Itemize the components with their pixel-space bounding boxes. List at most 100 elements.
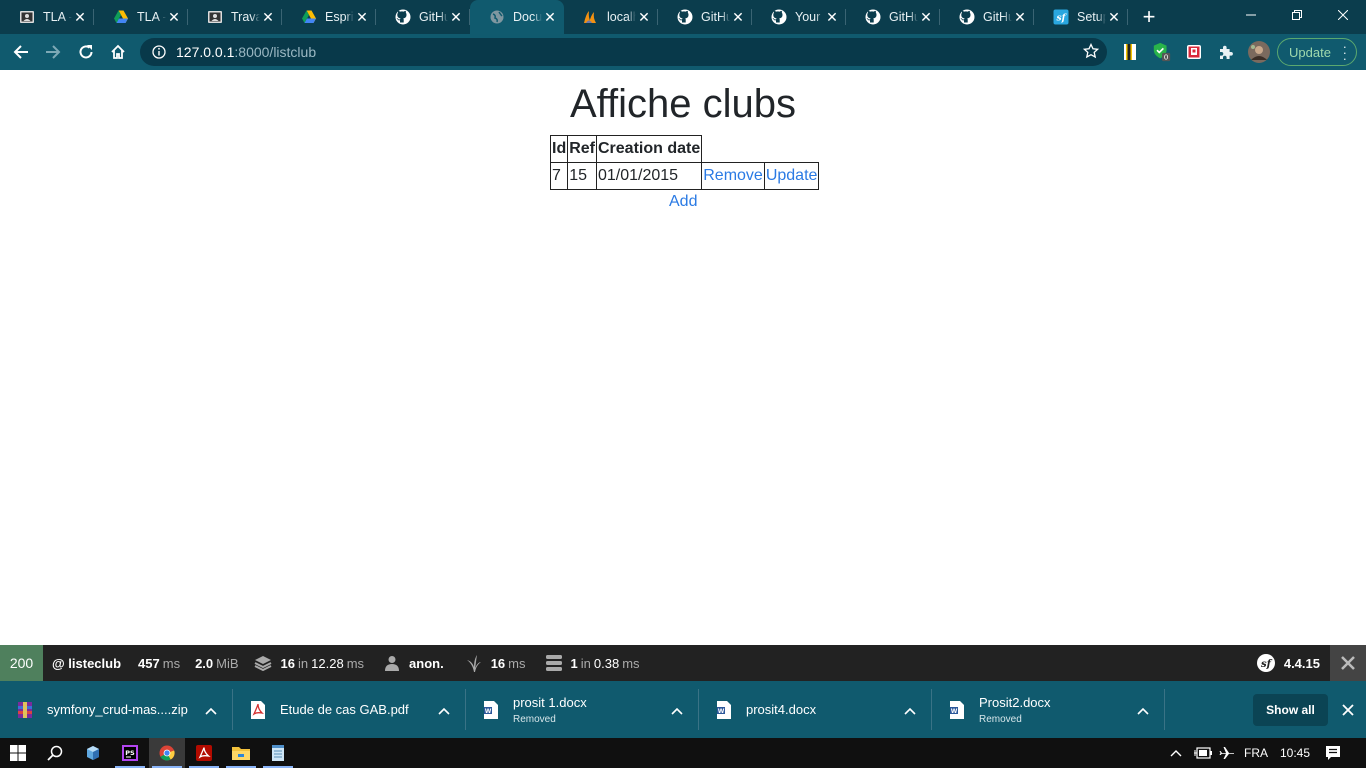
chevron-up-icon[interactable] bbox=[438, 702, 450, 720]
taskbar-app-acrobat[interactable] bbox=[186, 738, 222, 768]
tab-1[interactable]: TLA - ✕ bbox=[0, 0, 94, 34]
reload-button[interactable] bbox=[70, 36, 102, 68]
tab-close-icon[interactable]: ✕ bbox=[542, 9, 558, 25]
close-window-button[interactable] bbox=[1320, 0, 1366, 30]
taskbar-app-file-explorer[interactable] bbox=[223, 738, 259, 768]
google-drive-icon bbox=[113, 9, 129, 25]
tab-close-icon[interactable]: ✕ bbox=[636, 9, 652, 25]
download-status: Removed bbox=[513, 713, 556, 725]
tab-close-icon[interactable]: ✕ bbox=[730, 9, 746, 25]
portrait-icon bbox=[19, 9, 35, 25]
new-tab-button[interactable]: + bbox=[1132, 0, 1166, 34]
info-icon[interactable] bbox=[152, 45, 166, 59]
chevron-up-icon[interactable] bbox=[671, 702, 683, 720]
forward-button[interactable] bbox=[37, 36, 69, 68]
tab-2[interactable]: TLA - ✕ bbox=[94, 0, 188, 34]
portrait-icon bbox=[207, 9, 223, 25]
tab-close-icon[interactable]: ✕ bbox=[354, 9, 370, 25]
extension-shield-icon[interactable]: 0 bbox=[1152, 42, 1172, 62]
notepad-icon bbox=[272, 745, 284, 761]
memory-panel[interactable]: 2.0 MiB bbox=[195, 645, 238, 681]
taskbar-app-chrome[interactable] bbox=[149, 738, 185, 768]
profile-avatar[interactable] bbox=[1247, 40, 1271, 64]
memory-unit: MiB bbox=[216, 655, 239, 671]
tab-8[interactable]: GitHub ✕ bbox=[658, 0, 752, 34]
twig-panel[interactable]: 16 ms bbox=[466, 645, 526, 681]
forms-time: 12.28 bbox=[311, 655, 344, 671]
close-downloads-button[interactable] bbox=[1338, 700, 1358, 720]
github-icon bbox=[395, 9, 411, 25]
tab-11[interactable]: GitHub ✕ bbox=[940, 0, 1034, 34]
chevron-up-icon[interactable] bbox=[205, 702, 217, 720]
time-panel[interactable]: 457 ms bbox=[138, 645, 180, 681]
phpmyadmin-icon bbox=[583, 9, 599, 25]
tab-title: GitHub bbox=[983, 10, 1012, 24]
bookmark-star-icon[interactable] bbox=[1082, 42, 1100, 64]
user-panel[interactable]: anon. bbox=[384, 645, 444, 681]
user-name: anon. bbox=[409, 655, 444, 671]
tab-7[interactable]: localhost ✕ bbox=[564, 0, 658, 34]
download-item[interactable]: W prosit 1.docx Removed bbox=[466, 681, 699, 738]
extension-bookmark-icon[interactable] bbox=[1120, 42, 1140, 62]
chevron-up-icon[interactable] bbox=[904, 702, 916, 720]
show-all-button[interactable]: Show all bbox=[1253, 694, 1328, 726]
back-button[interactable] bbox=[5, 36, 37, 68]
tab-close-icon[interactable]: ✕ bbox=[1106, 9, 1122, 25]
download-item[interactable]: Etude de cas GAB.pdf bbox=[233, 681, 466, 738]
add-link[interactable]: Add bbox=[669, 193, 697, 211]
update-button[interactable]: Update · · · bbox=[1277, 38, 1357, 66]
home-button[interactable] bbox=[102, 36, 134, 68]
extensions-puzzle-icon[interactable] bbox=[1216, 42, 1236, 62]
address-bar[interactable]: 127.0.0.1:8000/listclub bbox=[140, 38, 1107, 66]
twig-time: 16 bbox=[490, 655, 506, 671]
start-button[interactable] bbox=[0, 738, 36, 768]
extension-pocket-icon[interactable] bbox=[1184, 42, 1204, 62]
search-button[interactable] bbox=[37, 738, 73, 768]
update-link[interactable]: Update bbox=[766, 167, 818, 184]
cell-id: 7 bbox=[549, 162, 569, 190]
minimize-button[interactable] bbox=[1228, 0, 1274, 30]
restore-button[interactable] bbox=[1274, 0, 1320, 30]
tab-title: Your Repos bbox=[795, 10, 824, 24]
tab-close-icon[interactable]: ✕ bbox=[166, 9, 182, 25]
database-panel[interactable]: 1 in 0.38 ms bbox=[545, 645, 640, 681]
tab-close-icon[interactable]: ✕ bbox=[448, 9, 464, 25]
tab-close-icon[interactable]: ✕ bbox=[824, 9, 840, 25]
symfony-version-panel[interactable]: sf 4.4.15 bbox=[1256, 645, 1320, 681]
tab-6-active[interactable]: Document ✕ bbox=[470, 0, 564, 34]
tab-10[interactable]: GitHub ✕ bbox=[846, 0, 940, 34]
forms-panel[interactable]: 16 in 12.28 ms bbox=[254, 645, 364, 681]
status-code-badge[interactable]: 200 bbox=[0, 645, 43, 681]
download-item[interactable]: W Prosit2.docx Removed bbox=[932, 681, 1165, 738]
hide-toolbar-button[interactable] bbox=[1330, 645, 1366, 681]
github-icon bbox=[959, 9, 975, 25]
clock[interactable]: 10:45 bbox=[1280, 738, 1310, 768]
tab-close-icon[interactable]: ✕ bbox=[918, 9, 934, 25]
tab-3[interactable]: Travail ✕ bbox=[188, 0, 282, 34]
taskbar-app-phpstorm[interactable]: PS bbox=[112, 738, 148, 768]
download-item[interactable]: W prosit4.docx bbox=[699, 681, 932, 738]
show-hidden-icons-button[interactable] bbox=[1170, 738, 1182, 768]
tab-5[interactable]: GitHub ✕ bbox=[376, 0, 470, 34]
tab-close-icon[interactable]: ✕ bbox=[260, 9, 276, 25]
chevron-up-icon[interactable] bbox=[1137, 702, 1149, 720]
action-center-button[interactable] bbox=[1325, 738, 1341, 768]
symfony-logo-icon: sf bbox=[1256, 654, 1275, 672]
url-text[interactable]: 127.0.0.1:8000/listclub bbox=[176, 44, 316, 60]
tab-close-icon[interactable]: ✕ bbox=[1012, 9, 1028, 25]
tab-close-icon[interactable]: ✕ bbox=[72, 9, 88, 25]
download-item[interactable]: symfony_crud-mas....zip bbox=[0, 681, 233, 738]
taskbar-app-3d-box[interactable] bbox=[75, 738, 111, 768]
tab-9[interactable]: Your Repos ✕ bbox=[752, 0, 846, 34]
remove-link[interactable]: Remove bbox=[703, 167, 763, 184]
tab-4[interactable]: Esprit ✕ bbox=[282, 0, 376, 34]
download-file-name: prosit 1.docx bbox=[513, 694, 587, 710]
taskbar-app-notepad[interactable] bbox=[260, 738, 296, 768]
chevron-up-icon bbox=[1170, 750, 1182, 757]
time-value: 457 bbox=[138, 655, 160, 671]
route-panel[interactable]: @ listeclub bbox=[52, 645, 121, 681]
input-language[interactable]: FRA bbox=[1244, 738, 1268, 768]
airplane-mode-icon[interactable] bbox=[1219, 738, 1235, 768]
battery-icon[interactable] bbox=[1194, 738, 1212, 768]
tab-12[interactable]: sf Setup ✕ bbox=[1034, 0, 1128, 34]
